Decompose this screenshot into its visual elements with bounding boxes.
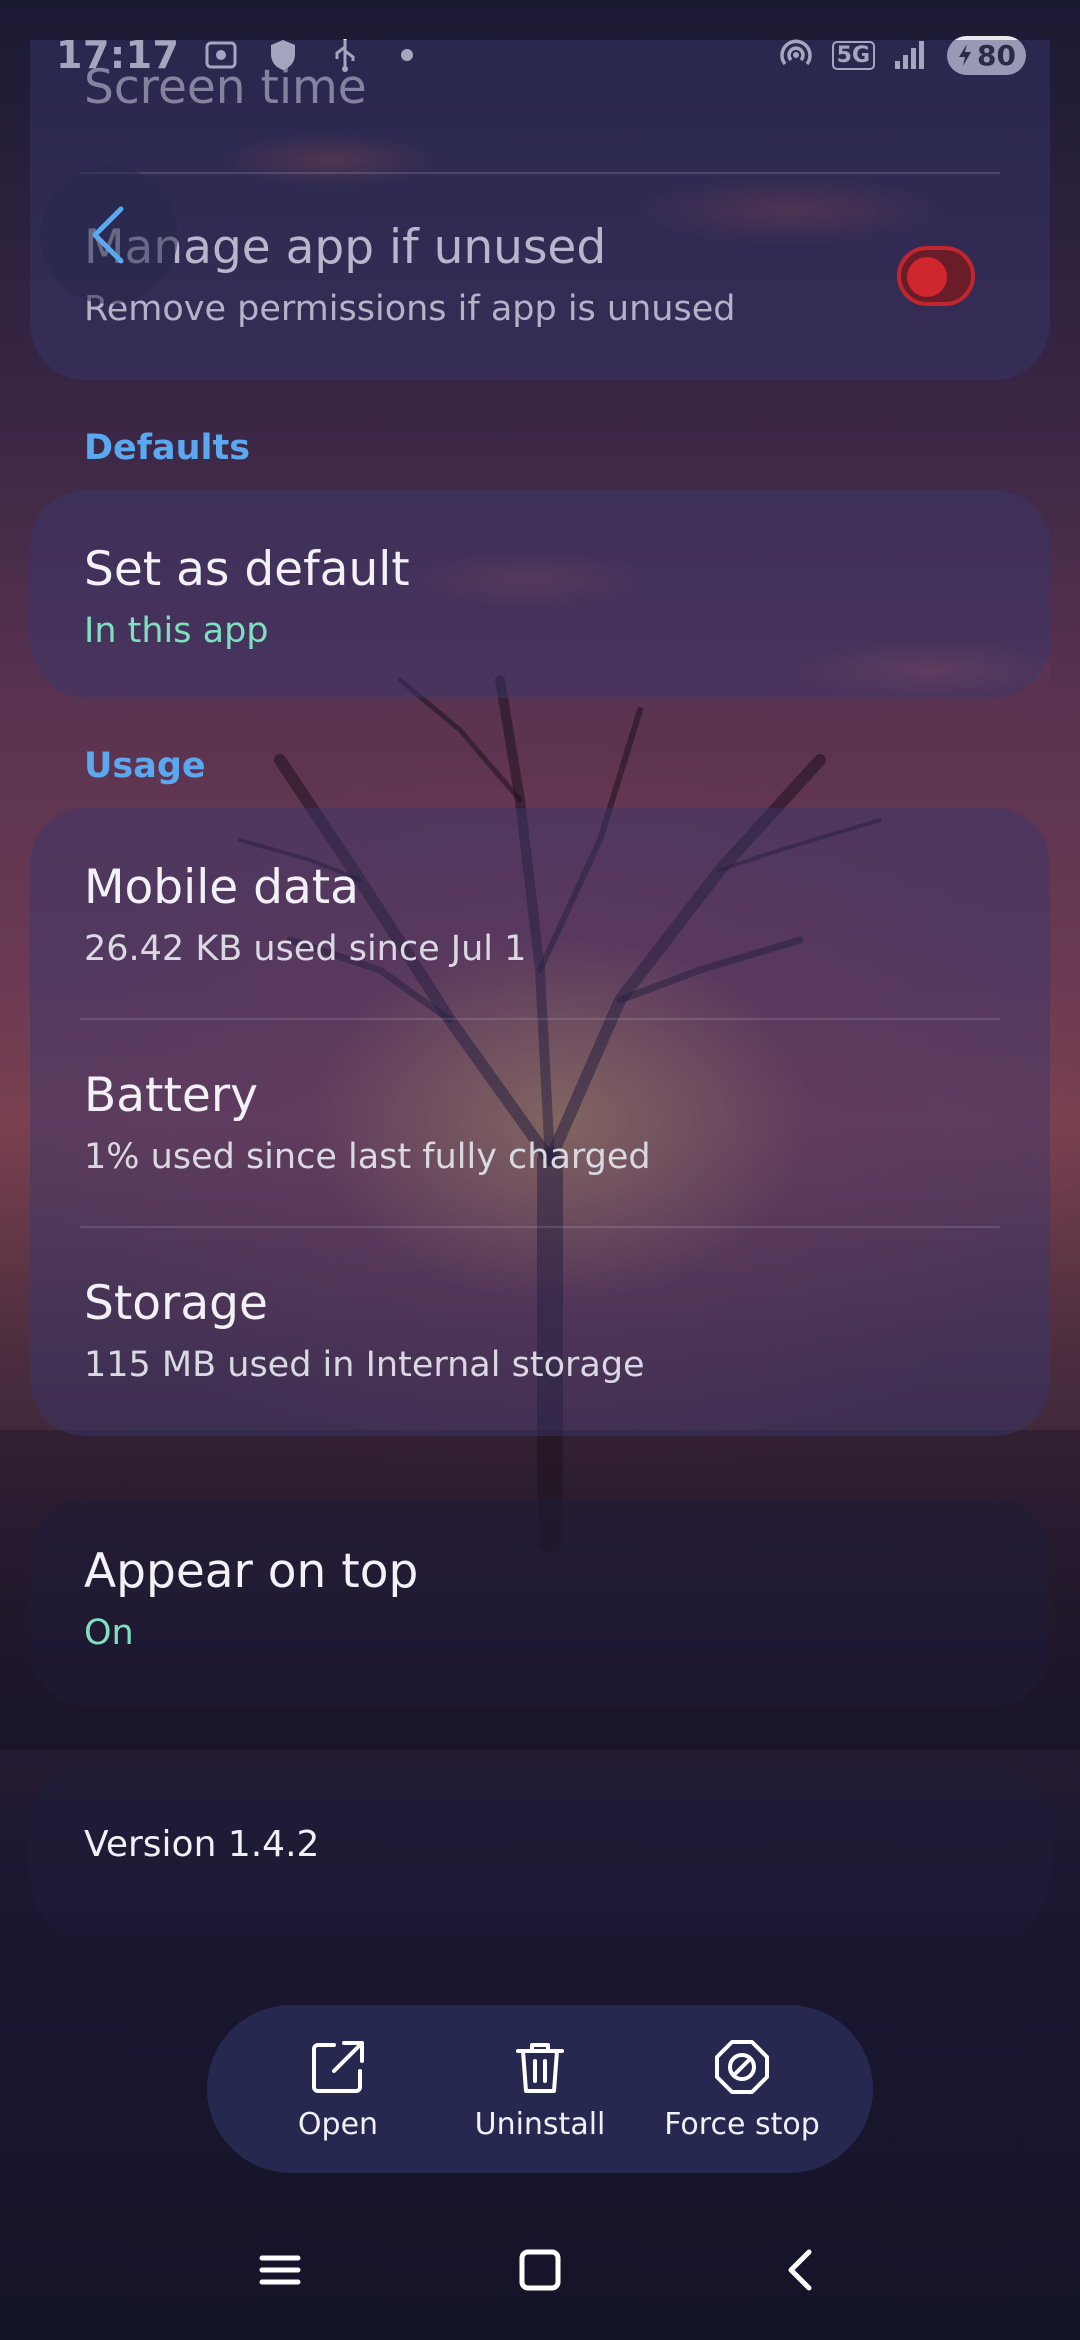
- storage-subtitle: 115 MB used in Internal storage: [84, 1345, 645, 1385]
- chevron-left-icon: [92, 206, 124, 264]
- version-text: Version 1.4.2: [84, 1824, 320, 1865]
- appear-on-top-row[interactable]: Appear on top On: [84, 1544, 996, 1653]
- open-external-icon: [312, 2040, 364, 2093]
- nav-back-button[interactable]: [740, 2220, 860, 2320]
- divider: [80, 1018, 1000, 1020]
- recents-button[interactable]: [220, 2220, 340, 2320]
- manage-unused-toggle[interactable]: [897, 246, 975, 306]
- mobile-data-subtitle: 26.42 KB used since Jul 1: [84, 929, 527, 969]
- open-label: Open: [297, 2106, 379, 2142]
- open-button[interactable]: Open: [238, 2037, 438, 2142]
- square-icon: [519, 2249, 561, 2291]
- force-stop-button[interactable]: Force stop: [642, 2037, 842, 2142]
- mobile-data-row[interactable]: Mobile data 26.42 KB used since Jul 1: [84, 860, 996, 969]
- battery-row[interactable]: Battery 1% used since last fully charged: [84, 1068, 996, 1177]
- uninstall-label: Uninstall: [474, 2106, 606, 2142]
- manage-unused-title: Manage app if unused: [84, 220, 607, 275]
- force-stop-label: Force stop: [664, 2106, 820, 2142]
- usage-section-label: Usage: [84, 746, 206, 786]
- manage-unused-subtitle: Remove permissions if app is unused: [84, 289, 736, 329]
- appear-on-top-title: Appear on top: [84, 1544, 419, 1599]
- defaults-section-label: Defaults: [84, 428, 251, 468]
- app-info-screen: 17:17 5G 80 Screen time Manage app if un…: [0, 0, 1080, 2340]
- appear-on-top-subtitle: On: [84, 1613, 134, 1653]
- trash-icon: [516, 2042, 564, 2093]
- divider: [80, 172, 1000, 174]
- usage-card: Mobile data 26.42 KB used since Jul 1 Ba…: [30, 808, 1050, 1436]
- bottom-action-bar: Open Uninstall Force stop: [207, 2005, 873, 2173]
- back-button[interactable]: [40, 166, 178, 304]
- home-button[interactable]: [480, 2220, 600, 2320]
- chevron-left-icon: [788, 2249, 812, 2291]
- uninstall-button[interactable]: Uninstall: [440, 2037, 640, 2142]
- manage-unused-row[interactable]: Manage app if unused Remove permissions …: [84, 220, 870, 329]
- battery-subtitle: 1% used since last fully charged: [84, 1137, 651, 1177]
- set-default-subtitle: In this app: [84, 611, 269, 651]
- block-icon: [715, 2039, 769, 2094]
- set-default-title: Set as default: [84, 542, 410, 597]
- screen-time-row[interactable]: Screen time: [84, 60, 996, 115]
- version-card: Version 1.4.2: [30, 1768, 1050, 1936]
- battery-title: Battery: [84, 1068, 258, 1123]
- mobile-data-title: Mobile data: [84, 860, 359, 915]
- menu-lines-icon: [259, 2255, 301, 2285]
- screen-time-label: Screen time: [84, 60, 367, 115]
- divider: [80, 1226, 1000, 1228]
- appear-on-top-card: Appear on top On: [30, 1498, 1050, 1706]
- permissions-card: Screen time Manage app if unused Remove …: [30, 40, 1050, 380]
- version-row: Version 1.4.2: [84, 1824, 996, 1865]
- defaults-card: Set as default In this app: [30, 490, 1050, 698]
- set-default-row[interactable]: Set as default In this app: [84, 542, 996, 651]
- storage-title: Storage: [84, 1276, 268, 1331]
- navigation-bar: [0, 2200, 1080, 2340]
- storage-row[interactable]: Storage 115 MB used in Internal storage: [84, 1276, 996, 1385]
- toggle-knob: [907, 257, 947, 297]
